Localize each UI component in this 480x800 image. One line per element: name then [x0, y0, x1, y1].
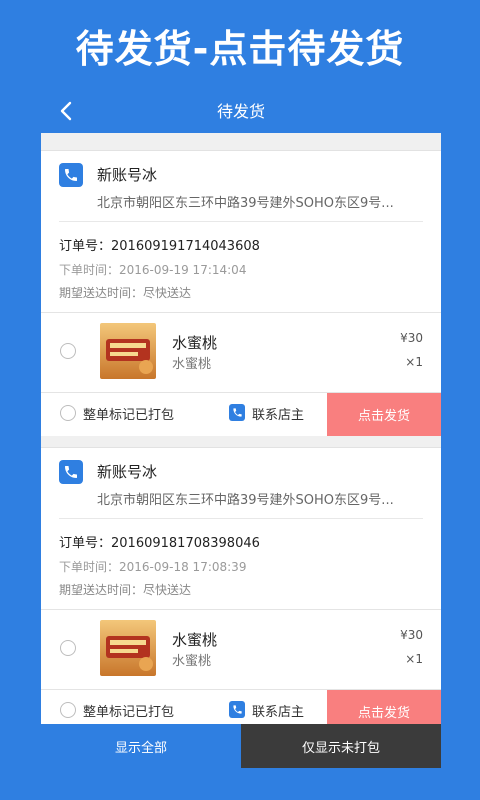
page-title: 待发货	[216, 102, 265, 121]
phone-icon[interactable]	[59, 460, 83, 484]
phone-icon[interactable]	[229, 404, 245, 421]
mark-packed-label[interactable]: 整单标记已打包	[83, 404, 174, 423]
product-image	[100, 620, 156, 676]
phone-icon[interactable]	[59, 163, 83, 187]
product-desc: 水蜜桃	[172, 654, 212, 669]
order-time: 下单时间：2016-09-19 17:14:04	[59, 263, 247, 277]
item-select-radio[interactable]	[60, 343, 76, 359]
expected-delivery: 期望送达时间：尽快送达	[59, 286, 192, 300]
divider	[59, 221, 423, 222]
order-card: 新账号冰 北京市朝阳区东三环中路39号建外SOHO东区9号... 订单号：201…	[41, 150, 441, 436]
filter-tabs: 显示全部 仅显示未打包	[41, 724, 441, 768]
tab-show-unpacked[interactable]: 仅显示未打包	[241, 724, 441, 768]
item-select-radio[interactable]	[60, 640, 76, 656]
banner-title: 待发货-点击待发货	[75, 27, 405, 71]
product-qty: ×1	[405, 652, 423, 666]
product-qty: ×1	[405, 355, 423, 369]
contact-owner-button[interactable]: 联系店主	[252, 404, 304, 423]
mark-packed-label[interactable]: 整单标记已打包	[83, 701, 174, 720]
phone-icon[interactable]	[229, 701, 245, 718]
mark-packed-radio[interactable]	[60, 405, 76, 421]
mark-packed-radio[interactable]	[60, 702, 76, 718]
customer-name: 新账号冰	[97, 166, 158, 184]
customer-name: 新账号冰	[97, 463, 158, 481]
order-time: 下单时间：2016-09-18 17:08:39	[59, 560, 247, 574]
order-number: 订单号：201609191714043608	[59, 239, 260, 254]
product-image	[100, 323, 156, 379]
product-price: ¥30	[400, 331, 423, 345]
tab-show-all[interactable]: 显示全部	[41, 724, 241, 768]
ship-button[interactable]: 点击发货	[327, 393, 441, 436]
product-name: 水蜜桃	[172, 334, 218, 352]
contact-owner-button[interactable]: 联系店主	[252, 701, 304, 720]
app-header: 待发货	[41, 90, 441, 133]
product-desc: 水蜜桃	[172, 357, 212, 372]
customer-address: 北京市朝阳区东三环中路39号建外SOHO东区9号...	[97, 493, 394, 508]
divider	[41, 312, 441, 313]
divider	[59, 518, 423, 519]
expected-delivery: 期望送达时间：尽快送达	[59, 583, 192, 597]
app-screen: 待发货 新账号冰 北京市朝阳区东三环中路39号建外SOHO东区9号... 订单号…	[41, 90, 441, 768]
order-number: 订单号：201609181708398046	[59, 536, 260, 551]
order-card: 新账号冰 北京市朝阳区东三环中路39号建外SOHO东区9号... 订单号：201…	[41, 447, 441, 733]
product-price: ¥30	[400, 628, 423, 642]
product-name: 水蜜桃	[172, 631, 218, 649]
customer-address: 北京市朝阳区东三环中路39号建外SOHO东区9号...	[97, 196, 394, 211]
divider	[41, 609, 441, 610]
